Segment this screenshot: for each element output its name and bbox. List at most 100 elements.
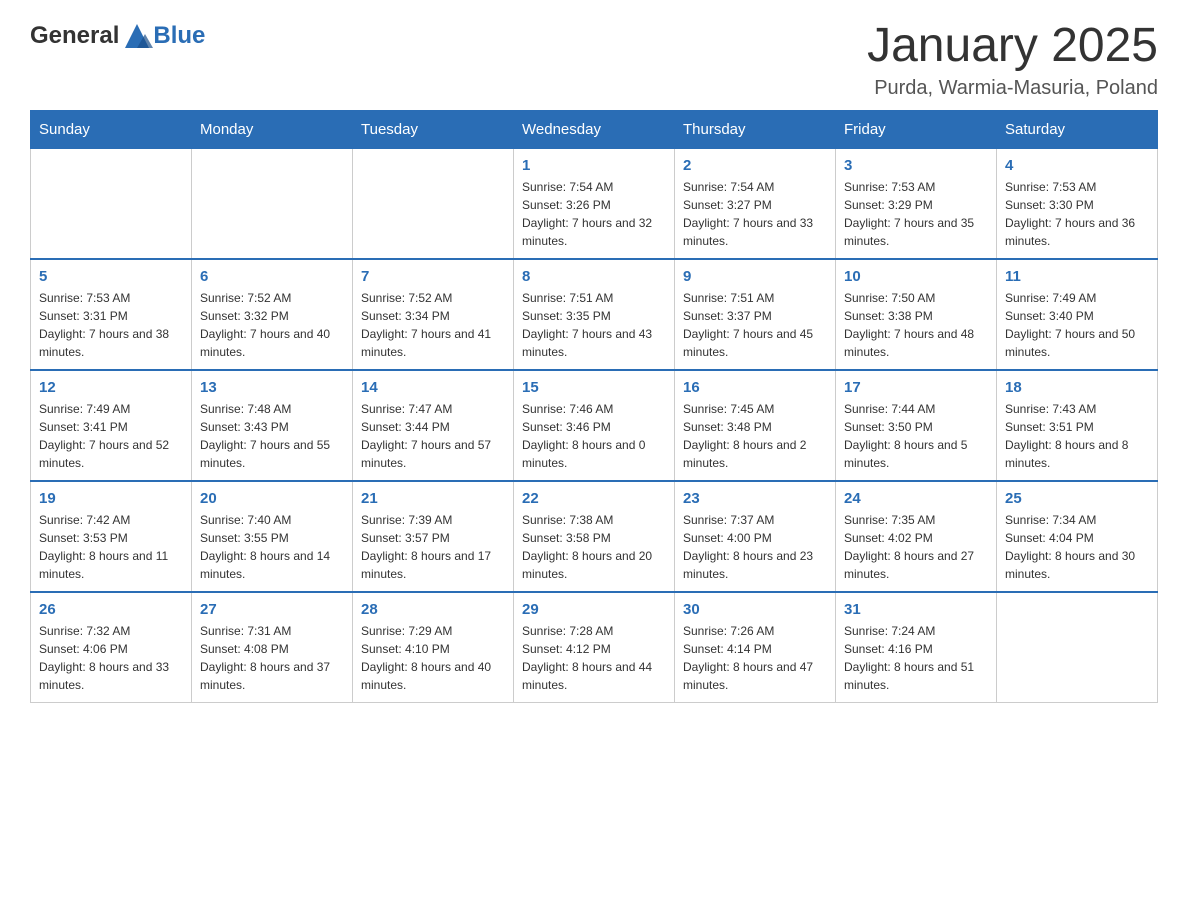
- calendar-table: Sunday Monday Tuesday Wednesday Thursday…: [30, 110, 1158, 703]
- calendar-cell-w0d1: [192, 148, 353, 259]
- day-number: 30: [683, 601, 827, 618]
- day-info: Sunrise: 7:35 AMSunset: 4:02 PMDaylight:…: [844, 511, 988, 583]
- day-number: 12: [39, 379, 183, 396]
- calendar-cell-w2d5: 17 Sunrise: 7:44 AMSunset: 3:50 PMDayligh…: [836, 370, 997, 481]
- calendar-cell-w1d1: 6Sunrise: 7:52 AMSunset: 3:32 PMDaylight…: [192, 259, 353, 370]
- calendar-header-row: Sunday Monday Tuesday Wednesday Thursday…: [31, 110, 1158, 148]
- day-info: Sunrise: 7:48 AMSunset: 3:43 PMDaylight:…: [200, 400, 344, 472]
- day-number: 27: [200, 601, 344, 618]
- day-number: 2: [683, 157, 827, 174]
- day-info: Sunrise: 7:29 AMSunset: 4:10 PMDaylight:…: [361, 622, 505, 694]
- day-info: Sunrise: 7:46 AMSunset: 3:46 PMDaylight:…: [522, 400, 666, 472]
- calendar-week-5: 26 Sunrise: 7:32 AMSunset: 4:06 PMDayligh…: [31, 592, 1158, 703]
- day-info: Sunrise: 7:51 AMSunset: 3:35 PMDaylight:…: [522, 289, 666, 361]
- day-number: 19: [39, 490, 183, 507]
- logo-general: General: [30, 22, 119, 50]
- day-info: Sunrise: 7:50 AMSunset: 3:38 PMDaylight:…: [844, 289, 988, 361]
- header-saturday: Saturday: [997, 110, 1158, 148]
- header-monday: Monday: [192, 110, 353, 148]
- calendar-cell-w2d4: 16 Sunrise: 7:45 AMSunset: 3:48 PMDayligh…: [675, 370, 836, 481]
- page-header: General Blue January 2025 Purda, Warmia-…: [30, 20, 1158, 100]
- header-friday: Friday: [836, 110, 997, 148]
- calendar-week-4: 19 Sunrise: 7:42 AMSunset: 3:53 PMDayligh…: [31, 481, 1158, 592]
- day-number: 9: [683, 268, 827, 285]
- day-info: Sunrise: 7:44 AMSunset: 3:50 PMDaylight:…: [844, 400, 988, 472]
- day-info: Sunrise: 7:54 AMSunset: 3:27 PMDaylight:…: [683, 178, 827, 250]
- calendar-cell-w3d0: 19 Sunrise: 7:42 AMSunset: 3:53 PMDayligh…: [31, 481, 192, 592]
- day-info: Sunrise: 7:43 AMSunset: 3:51 PMDaylight:…: [1005, 400, 1149, 472]
- calendar-cell-w4d0: 26 Sunrise: 7:32 AMSunset: 4:06 PMDayligh…: [31, 592, 192, 703]
- day-info: Sunrise: 7:51 AMSunset: 3:37 PMDaylight:…: [683, 289, 827, 361]
- header-tuesday: Tuesday: [353, 110, 514, 148]
- calendar-cell-w1d2: 7Sunrise: 7:52 AMSunset: 3:34 PMDaylight…: [353, 259, 514, 370]
- calendar-cell-w4d3: 29 Sunrise: 7:28 AMSunset: 4:12 PMDayligh…: [514, 592, 675, 703]
- calendar-cell-w4d5: 31 Sunrise: 7:24 AMSunset: 4:16 PMDayligh…: [836, 592, 997, 703]
- day-info: Sunrise: 7:53 AMSunset: 3:29 PMDaylight:…: [844, 178, 988, 250]
- day-info: Sunrise: 7:54 AMSunset: 3:26 PMDaylight:…: [522, 178, 666, 250]
- day-number: 6: [200, 268, 344, 285]
- logo: General Blue: [30, 20, 205, 52]
- calendar-cell-w3d5: 24 Sunrise: 7:35 AMSunset: 4:02 PMDayligh…: [836, 481, 997, 592]
- day-number: 18: [1005, 379, 1149, 396]
- calendar-cell-w2d2: 14 Sunrise: 7:47 AMSunset: 3:44 PMDayligh…: [353, 370, 514, 481]
- day-number: 11: [1005, 268, 1149, 285]
- day-info: Sunrise: 7:28 AMSunset: 4:12 PMDaylight:…: [522, 622, 666, 694]
- day-number: 10: [844, 268, 988, 285]
- calendar-cell-w0d5: 3 Sunrise: 7:53 AMSunset: 3:29 PMDaylight…: [836, 148, 997, 259]
- day-number: 22: [522, 490, 666, 507]
- calendar-cell-w3d6: 25Sunrise: 7:34 AMSunset: 4:04 PMDayligh…: [997, 481, 1158, 592]
- calendar-cell-w2d3: 15 Sunrise: 7:46 AMSunset: 3:46 PMDayligh…: [514, 370, 675, 481]
- day-number: 25: [1005, 490, 1149, 507]
- day-info: Sunrise: 7:45 AMSunset: 3:48 PMDaylight:…: [683, 400, 827, 472]
- calendar-cell-w0d0: [31, 148, 192, 259]
- calendar-cell-w3d3: 22 Sunrise: 7:38 AMSunset: 3:58 PMDayligh…: [514, 481, 675, 592]
- day-number: 4: [1005, 157, 1149, 174]
- header-wednesday: Wednesday: [514, 110, 675, 148]
- day-number: 20: [200, 490, 344, 507]
- day-info: Sunrise: 7:32 AMSunset: 4:06 PMDaylight:…: [39, 622, 183, 694]
- calendar-cell-w4d1: 27 Sunrise: 7:31 AMSunset: 4:08 PMDayligh…: [192, 592, 353, 703]
- day-info: Sunrise: 7:39 AMSunset: 3:57 PMDaylight:…: [361, 511, 505, 583]
- calendar-cell-w0d2: [353, 148, 514, 259]
- calendar-cell-w1d6: 11 Sunrise: 7:49 AMSunset: 3:40 PMDayligh…: [997, 259, 1158, 370]
- location: Purda, Warmia-Masuria, Poland: [867, 77, 1158, 100]
- day-info: Sunrise: 7:47 AMSunset: 3:44 PMDaylight:…: [361, 400, 505, 472]
- day-number: 14: [361, 379, 505, 396]
- day-number: 3: [844, 157, 988, 174]
- day-number: 8: [522, 268, 666, 285]
- calendar-cell-w2d1: 13 Sunrise: 7:48 AMSunset: 3:43 PMDayligh…: [192, 370, 353, 481]
- day-number: 13: [200, 379, 344, 396]
- day-number: 15: [522, 379, 666, 396]
- day-number: 17: [844, 379, 988, 396]
- calendar-week-3: 12Sunrise: 7:49 AMSunset: 3:41 PMDayligh…: [31, 370, 1158, 481]
- day-number: 16: [683, 379, 827, 396]
- day-number: 26: [39, 601, 183, 618]
- day-info: Sunrise: 7:49 AMSunset: 3:40 PMDaylight:…: [1005, 289, 1149, 361]
- calendar-cell-w4d6: [997, 592, 1158, 703]
- header-sunday: Sunday: [31, 110, 192, 148]
- calendar-cell-w3d2: 21 Sunrise: 7:39 AMSunset: 3:57 PMDayligh…: [353, 481, 514, 592]
- day-info: Sunrise: 7:38 AMSunset: 3:58 PMDaylight:…: [522, 511, 666, 583]
- day-number: 31: [844, 601, 988, 618]
- day-number: 24: [844, 490, 988, 507]
- calendar-title: January 2025: [867, 20, 1158, 73]
- calendar-week-1: 1Sunrise: 7:54 AMSunset: 3:26 PMDaylight…: [31, 148, 1158, 259]
- header-thursday: Thursday: [675, 110, 836, 148]
- calendar-cell-w3d1: 20Sunrise: 7:40 AMSunset: 3:55 PMDayligh…: [192, 481, 353, 592]
- day-number: 21: [361, 490, 505, 507]
- day-number: 29: [522, 601, 666, 618]
- calendar-cell-w2d0: 12Sunrise: 7:49 AMSunset: 3:41 PMDayligh…: [31, 370, 192, 481]
- day-info: Sunrise: 7:31 AMSunset: 4:08 PMDaylight:…: [200, 622, 344, 694]
- calendar-cell-w3d4: 23Sunrise: 7:37 AMSunset: 4:00 PMDayligh…: [675, 481, 836, 592]
- day-info: Sunrise: 7:53 AMSunset: 3:31 PMDaylight:…: [39, 289, 183, 361]
- day-info: Sunrise: 7:24 AMSunset: 4:16 PMDaylight:…: [844, 622, 988, 694]
- day-info: Sunrise: 7:42 AMSunset: 3:53 PMDaylight:…: [39, 511, 183, 583]
- calendar-cell-w1d0: 5Sunrise: 7:53 AMSunset: 3:31 PMDaylight…: [31, 259, 192, 370]
- logo-blue: Blue: [153, 22, 205, 50]
- calendar-week-2: 5Sunrise: 7:53 AMSunset: 3:31 PMDaylight…: [31, 259, 1158, 370]
- calendar-cell-w0d3: 1Sunrise: 7:54 AMSunset: 3:26 PMDaylight…: [514, 148, 675, 259]
- day-info: Sunrise: 7:52 AMSunset: 3:34 PMDaylight:…: [361, 289, 505, 361]
- calendar-cell-w2d6: 18 Sunrise: 7:43 AMSunset: 3:51 PMDayligh…: [997, 370, 1158, 481]
- calendar-cell-w4d4: 30Sunrise: 7:26 AMSunset: 4:14 PMDayligh…: [675, 592, 836, 703]
- calendar-cell-w1d4: 9 Sunrise: 7:51 AMSunset: 3:37 PMDaylight…: [675, 259, 836, 370]
